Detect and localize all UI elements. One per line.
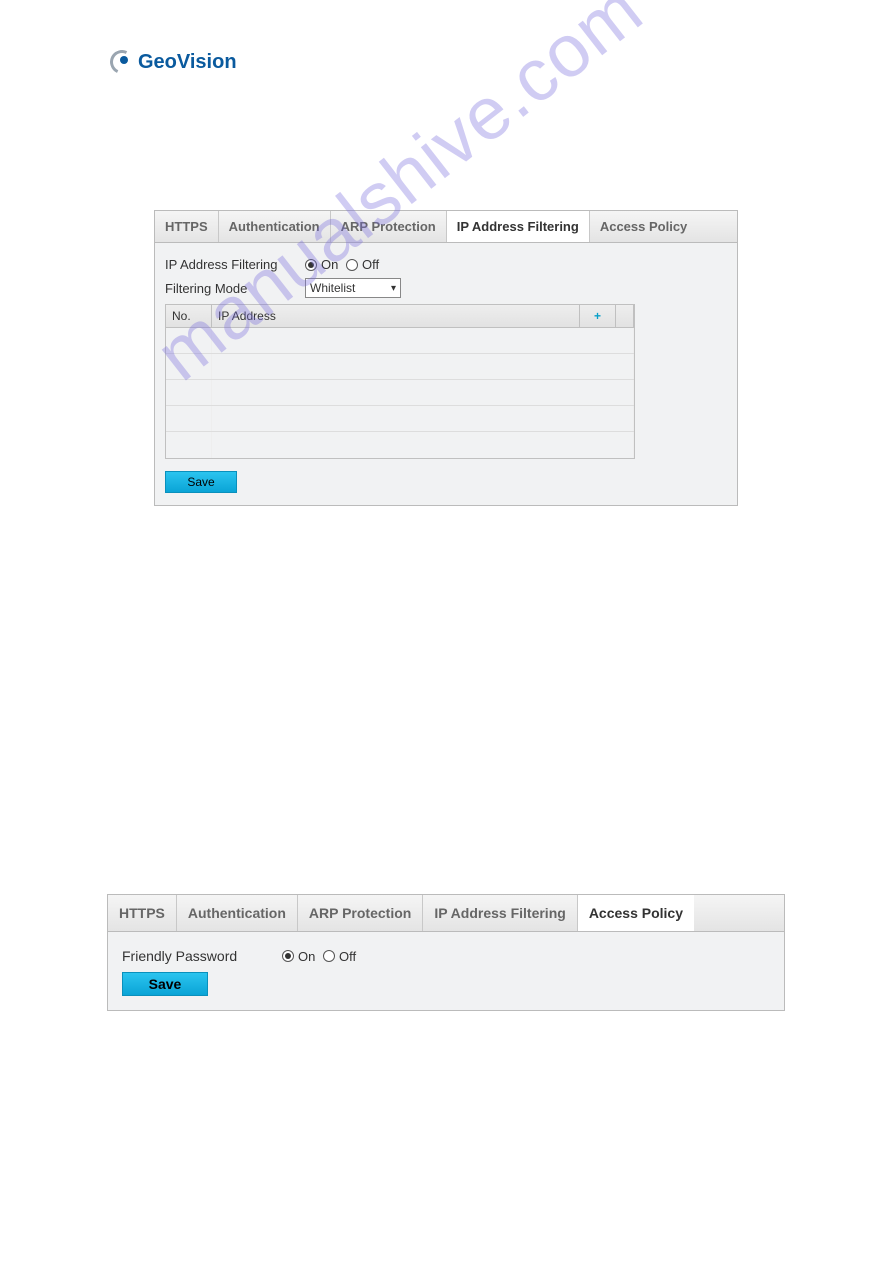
- ip-filtering-row: IP Address Filtering On Off: [165, 257, 727, 272]
- ip-table: No. IP Address +: [165, 304, 635, 459]
- tab-ip-address-filtering[interactable]: IP Address Filtering: [423, 895, 577, 931]
- tab-access-policy[interactable]: Access Policy: [578, 895, 694, 931]
- add-ip-button[interactable]: +: [580, 305, 616, 327]
- friendly-password-off-radio[interactable]: [323, 950, 335, 962]
- panel-body: Friendly Password On Off Save: [108, 932, 784, 1010]
- off-label: Off: [362, 257, 379, 272]
- logo-icon: [110, 50, 134, 74]
- tab-authentication[interactable]: Authentication: [177, 895, 298, 931]
- ip-filtering-label: IP Address Filtering: [165, 257, 305, 272]
- table-row: [166, 406, 634, 432]
- tab-authentication[interactable]: Authentication: [219, 211, 331, 242]
- table-row: [166, 432, 634, 458]
- on-label: On: [298, 949, 315, 964]
- ip-table-header: No. IP Address +: [166, 305, 634, 328]
- logo-text: GeoVision: [138, 51, 237, 74]
- col-header-ip: IP Address: [212, 305, 580, 327]
- tab-ip-address-filtering[interactable]: IP Address Filtering: [447, 211, 590, 242]
- table-row: [166, 380, 634, 406]
- chevron-down-icon: ▾: [391, 283, 396, 294]
- save-button[interactable]: Save: [165, 471, 237, 493]
- friendly-password-radio-group: On Off: [282, 949, 356, 964]
- tab-arp-protection[interactable]: ARP Protection: [331, 211, 447, 242]
- friendly-password-on-radio[interactable]: [282, 950, 294, 962]
- table-row: [166, 354, 634, 380]
- save-button[interactable]: Save: [122, 972, 208, 996]
- security-panel-access-policy: HTTPS Authentication ARP Protection IP A…: [107, 894, 785, 1011]
- ip-filtering-off-radio[interactable]: [346, 259, 358, 271]
- filtering-mode-row: Filtering Mode Whitelist ▾: [165, 278, 727, 298]
- filtering-mode-select[interactable]: Whitelist ▾: [305, 278, 401, 298]
- tab-https[interactable]: HTTPS: [108, 895, 177, 931]
- table-row: [166, 328, 634, 354]
- panel-body: IP Address Filtering On Off Filtering Mo…: [155, 243, 737, 505]
- tab-https[interactable]: HTTPS: [155, 211, 219, 242]
- off-label: Off: [339, 949, 356, 964]
- filtering-mode-label: Filtering Mode: [165, 281, 305, 296]
- tab-arp-protection[interactable]: ARP Protection: [298, 895, 423, 931]
- tab-bar: HTTPS Authentication ARP Protection IP A…: [108, 895, 784, 932]
- on-label: On: [321, 257, 338, 272]
- friendly-password-row: Friendly Password On Off: [122, 948, 772, 964]
- col-header-end: [616, 305, 634, 327]
- tab-access-policy[interactable]: Access Policy: [590, 211, 697, 242]
- security-panel-ip-filtering: HTTPS Authentication ARP Protection IP A…: [154, 210, 738, 506]
- filtering-mode-value: Whitelist: [310, 281, 355, 295]
- friendly-password-label: Friendly Password: [122, 948, 282, 964]
- tab-bar: HTTPS Authentication ARP Protection IP A…: [155, 211, 737, 243]
- brand-logo: GeoVision: [110, 50, 237, 74]
- ip-filtering-radio-group: On Off: [305, 257, 379, 272]
- col-header-no: No.: [166, 305, 212, 327]
- ip-filtering-on-radio[interactable]: [305, 259, 317, 271]
